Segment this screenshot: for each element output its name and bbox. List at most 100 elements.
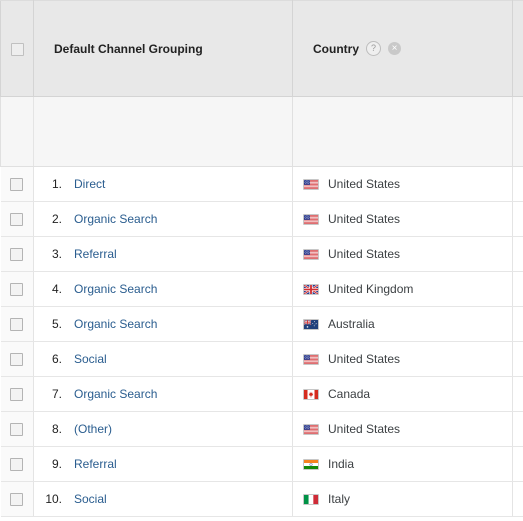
row-checkbox-cell[interactable] — [0, 376, 34, 412]
flag-icon-us — [303, 248, 319, 260]
row-rank: 4. — [51, 282, 62, 296]
channel-link[interactable]: Social — [74, 352, 107, 366]
close-icon[interactable]: × — [388, 42, 401, 55]
flag-icon-in — [303, 458, 319, 470]
flag-icon-us — [303, 213, 319, 225]
row-checkbox[interactable] — [10, 388, 24, 402]
row-checkbox-cell[interactable] — [0, 166, 34, 202]
table-row[interactable]: 8. (Other) United States — [0, 411, 523, 447]
country-label: United States — [328, 212, 401, 226]
row-rank: 5. — [51, 317, 62, 331]
channel-link[interactable]: Direct — [74, 177, 105, 191]
help-icon[interactable]: ? — [366, 41, 381, 56]
country-label: Australia — [328, 317, 375, 331]
channel-link[interactable]: Organic Search — [74, 317, 157, 331]
table-row[interactable]: 2. Organic Search United States — [0, 201, 523, 237]
row-checkbox[interactable] — [10, 353, 24, 367]
table-row[interactable]: 1. Direct United States — [0, 166, 523, 202]
row-checkbox[interactable] — [10, 423, 24, 437]
cell-country: India — [292, 446, 513, 482]
cell-overflow — [512, 481, 523, 517]
country-label: India — [328, 457, 355, 471]
row-checkbox-cell[interactable] — [0, 341, 34, 377]
cell-country: Italy — [292, 481, 513, 517]
country-label: Canada — [328, 387, 371, 401]
row-checkbox[interactable] — [10, 493, 24, 507]
cell-country: United Kingdom — [292, 271, 513, 307]
cell-default-channel-grouping: 3. Referral — [33, 236, 293, 272]
table-row[interactable]: 10. Social Italy — [0, 481, 523, 517]
cell-country: Australia — [292, 306, 513, 342]
country-label: United States — [328, 352, 401, 366]
cell-default-channel-grouping: 7. Organic Search — [33, 376, 293, 412]
table-row[interactable]: 3. Referral United States — [0, 236, 523, 272]
table-body: 1. Direct United States 2. Organic Searc… — [0, 96, 523, 517]
channel-link[interactable]: Referral — [74, 247, 117, 261]
cell-country: United States — [292, 341, 513, 377]
row-rank: 9. — [51, 457, 62, 471]
column-header-country[interactable]: Country ? × — [292, 0, 513, 97]
table-row[interactable]: 9. Referral India — [0, 446, 523, 482]
row-rank: 8. — [51, 422, 62, 436]
channel-link[interactable]: Organic Search — [74, 282, 157, 296]
cell-default-channel-grouping: 9. Referral — [33, 446, 293, 482]
channel-link[interactable]: Referral — [74, 457, 117, 471]
select-all-header-cell[interactable] — [0, 0, 34, 97]
row-checkbox-cell[interactable] — [0, 271, 34, 307]
flag-icon-us — [303, 178, 319, 190]
row-checkbox-cell[interactable] — [0, 306, 34, 342]
cell-country: United States — [292, 166, 513, 202]
cell-country: United States — [292, 411, 513, 447]
row-checkbox-cell[interactable] — [0, 236, 34, 272]
flag-icon-it — [303, 493, 319, 505]
summary-cell-overflow — [512, 96, 523, 167]
table-row[interactable]: 5. Organic Search Australia — [0, 306, 523, 342]
channel-link[interactable]: Organic Search — [74, 387, 157, 401]
row-rank: 10. — [45, 492, 62, 506]
cell-default-channel-grouping: 4. Organic Search — [33, 271, 293, 307]
row-checkbox[interactable] — [10, 213, 24, 227]
country-label: United States — [328, 177, 401, 191]
table-row[interactable]: 7. Organic Search Canada — [0, 376, 523, 412]
row-checkbox[interactable] — [10, 178, 24, 192]
row-rank: 7. — [51, 387, 62, 401]
summary-cell-channel — [33, 96, 293, 167]
country-label: Italy — [328, 492, 351, 506]
summary-row — [0, 96, 523, 167]
cell-default-channel-grouping: 5. Organic Search — [33, 306, 293, 342]
cell-overflow — [512, 411, 523, 447]
table-row[interactable]: 4. Organic Search United Kingdom — [0, 271, 523, 307]
header-row: Default Channel Grouping Country ? × — [0, 0, 523, 97]
cell-default-channel-grouping: 10. Social — [33, 481, 293, 517]
summary-checkbox-cell — [0, 96, 34, 167]
row-rank: 2. — [51, 212, 62, 226]
row-checkbox-cell[interactable] — [0, 411, 34, 447]
table-row[interactable]: 6. Social United States — [0, 341, 523, 377]
cell-overflow — [512, 236, 523, 272]
channel-link[interactable]: Organic Search — [74, 212, 157, 226]
select-all-checkbox[interactable] — [10, 42, 24, 56]
row-checkbox[interactable] — [10, 248, 24, 262]
flag-icon-au — [303, 318, 319, 330]
cell-country: United States — [292, 201, 513, 237]
row-checkbox[interactable] — [10, 318, 24, 332]
report-table-container: Default Channel Grouping Country ? × 1. … — [0, 0, 523, 521]
channel-link[interactable]: Social — [74, 492, 107, 506]
summary-cell-country — [292, 96, 513, 167]
flag-icon-gb — [303, 283, 319, 295]
row-checkbox-cell[interactable] — [0, 446, 34, 482]
row-rank: 6. — [51, 352, 62, 366]
column-header-label-channel: Default Channel Grouping — [54, 41, 203, 56]
country-label: United States — [328, 247, 401, 261]
channel-link[interactable]: (Other) — [74, 422, 112, 436]
country-label: United Kingdom — [328, 282, 414, 296]
column-header-default-channel-grouping[interactable]: Default Channel Grouping — [33, 0, 293, 97]
cell-overflow — [512, 341, 523, 377]
row-checkbox[interactable] — [10, 458, 24, 472]
table-header: Default Channel Grouping Country ? × — [0, 0, 523, 97]
row-checkbox-cell[interactable] — [0, 481, 34, 517]
row-checkbox-cell[interactable] — [0, 201, 34, 237]
flag-icon-us — [303, 423, 319, 435]
analytics-data-table: Default Channel Grouping Country ? × 1. … — [0, 0, 523, 517]
row-checkbox[interactable] — [10, 283, 24, 297]
